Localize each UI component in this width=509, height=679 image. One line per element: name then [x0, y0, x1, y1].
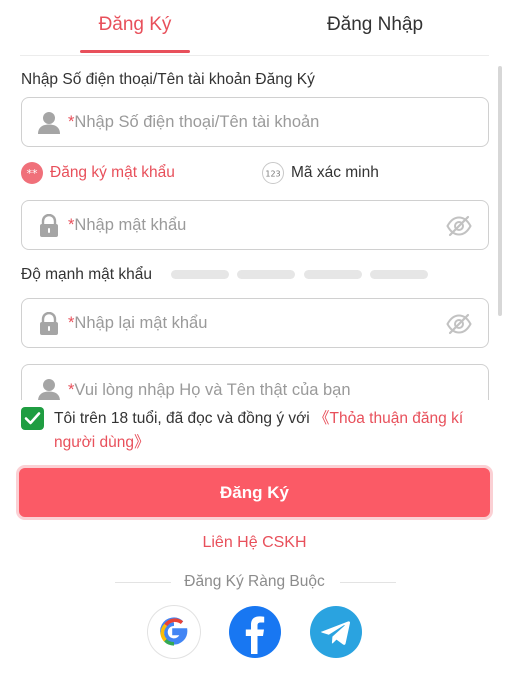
tabs-divider	[20, 55, 489, 56]
full-name-placeholder: *Vui lòng nhập Họ và Tên thật của bạn	[68, 381, 351, 399]
password-mode-option[interactable]: ** Đăng ký mật khẩu	[21, 162, 201, 186]
user-icon	[38, 378, 60, 400]
google-button[interactable]	[148, 606, 200, 658]
password-mode-label: Đăng ký mật khẩu	[50, 164, 175, 181]
divider-line	[340, 582, 396, 583]
eye-off-icon[interactable]	[446, 313, 472, 335]
strength-bar	[370, 270, 428, 279]
code-mode-option[interactable]: 123 Mã xác minh	[262, 162, 402, 186]
strength-bar	[171, 270, 229, 279]
strength-label: Độ mạnh mật khẩu	[21, 266, 152, 283]
lock-icon	[38, 213, 60, 238]
confirm-password-placeholder: *Nhập lại mật khẩu	[68, 314, 208, 332]
svg-text:**: **	[27, 167, 39, 180]
facebook-button[interactable]	[229, 606, 281, 658]
strength-bar	[237, 270, 295, 279]
account-label: Nhập Số điện thoại/Tên tài khoản Đăng Ký	[21, 71, 315, 88]
active-tab-indicator	[80, 50, 190, 53]
full-name-field[interactable]: *Vui lòng nhập Họ và Tên thật của bạn	[21, 364, 489, 400]
telegram-icon	[321, 621, 351, 645]
strength-bar	[304, 270, 362, 279]
register-button[interactable]: Đăng Ký	[16, 465, 493, 520]
account-placeholder: *Nhập Số điện thoại/Tên tài khoản	[68, 113, 320, 131]
auth-tabs: Đăng Ký Đăng Nhập	[0, 0, 509, 56]
tab-login[interactable]: Đăng Nhập	[300, 14, 450, 36]
agreement-text: Tôi trên 18 tuổi, đã đọc và đồng ý với 《…	[54, 410, 464, 451]
binding-title: Đăng Ký Ràng Buộc	[184, 573, 325, 590]
tab-register[interactable]: Đăng Ký	[82, 14, 188, 36]
eye-off-icon[interactable]	[446, 215, 472, 237]
contact-support-link[interactable]: Liên Hệ CSKH	[0, 534, 509, 552]
code-icon-text: 123	[265, 170, 280, 179]
code-123-icon: 123	[262, 162, 284, 184]
telegram-button[interactable]	[310, 606, 362, 658]
password-field[interactable]: *Nhập mật khẩu	[21, 200, 489, 250]
account-field[interactable]: *Nhập Số điện thoại/Tên tài khoản	[21, 97, 489, 147]
facebook-icon	[245, 616, 265, 654]
code-mode-label: Mã xác minh	[291, 164, 379, 181]
lock-icon	[38, 311, 60, 336]
password-placeholder: *Nhập mật khẩu	[68, 216, 187, 234]
scrollbar[interactable]	[498, 66, 502, 316]
google-icon	[160, 617, 188, 646]
agreement-row: Tôi trên 18 tuổi, đã đọc và đồng ý với 《…	[21, 404, 491, 454]
password-dots-icon: **	[21, 162, 43, 184]
checkmark-icon	[24, 412, 41, 425]
agreement-checkbox[interactable]	[21, 407, 44, 430]
user-icon	[38, 111, 60, 135]
confirm-password-field[interactable]: *Nhập lại mật khẩu	[21, 298, 489, 348]
